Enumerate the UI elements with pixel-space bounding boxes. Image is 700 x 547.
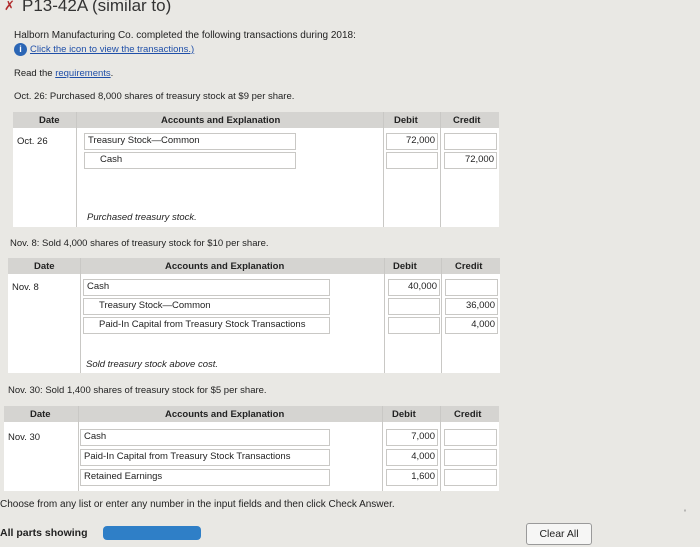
col-accounts: Accounts and Explanation [165,409,285,420]
account-select[interactable]: Cash [84,152,296,169]
progress-bar [103,526,201,540]
col-credit: Credit [454,409,482,420]
account-select[interactable]: Treasury Stock—Common [83,298,330,315]
col-debit: Debit [394,115,418,126]
col-accounts: Accounts and Explanation [161,115,281,126]
journal-table-2: Date Accounts and Explanation Debit Cred… [8,258,500,373]
col-accounts: Accounts and Explanation [165,261,285,272]
table-header: Date Accounts and Explanation Debit Cred… [8,258,500,274]
journal-note: Sold treasury stock above cost. [86,359,219,370]
debit-input[interactable] [388,317,440,334]
problem-title: ✗ P13-42A (similar to) [0,0,700,15]
table-header: Date Accounts and Explanation Debit Cred… [13,112,499,128]
requirements-link[interactable]: requirements [55,68,110,79]
debit-input[interactable]: 4,000 [386,449,438,466]
transaction-prompt-3: Nov. 30: Sold 1,400 shares of treasury s… [8,385,267,396]
date-cell[interactable]: Nov. 30 [8,432,40,443]
read-requirements: Read the requirements. [14,68,113,79]
credit-input[interactable] [444,133,497,150]
transaction-prompt-1: Oct. 26: Purchased 8,000 shares of treas… [14,91,295,102]
date-cell[interactable]: Nov. 8 [12,282,39,293]
read-prefix: Read the [14,68,56,79]
credit-input[interactable] [444,449,497,466]
credit-input[interactable] [444,469,497,486]
debit-input[interactable]: 1,600 [386,469,438,486]
account-select[interactable]: Cash [83,279,330,296]
col-debit: Debit [392,409,416,420]
col-debit: Debit [393,261,417,272]
credit-input[interactable]: 4,000 [445,317,498,334]
date-cell[interactable]: Oct. 26 [17,136,48,147]
debit-input[interactable] [388,298,440,315]
journal-note: Purchased treasury stock. [87,212,197,223]
account-select[interactable]: Paid-In Capital from Treasury Stock Tran… [83,317,330,334]
read-suffix: . [110,68,114,79]
info-icon[interactable]: i [14,43,27,56]
account-select[interactable]: Treasury Stock—Common [84,133,296,150]
info-line: i Click the icon to view the transactions… [14,43,194,56]
account-select[interactable]: Paid-In Capital from Treasury Stock Tran… [80,449,330,466]
credit-input[interactable] [444,429,497,446]
col-credit: Credit [453,115,481,126]
parts-showing-label: All parts showing [0,527,88,539]
journal-table-3: Date Accounts and Explanation Debit Cred… [4,406,499,491]
credit-input[interactable]: 72,000 [444,152,497,169]
col-credit: Credit [455,261,483,272]
credit-input[interactable]: 36,000 [445,298,498,315]
debit-input[interactable]: 40,000 [388,279,440,296]
info-link[interactable]: Click the icon to view the transactions.… [30,44,194,55]
col-date: Date [39,115,60,126]
cursor-mark-icon: ˌ [683,498,687,512]
account-select[interactable]: Cash [80,429,330,446]
problem-intro: Halborn Manufacturing Co. completed the … [14,30,356,41]
transaction-prompt-2: Nov. 8: Sold 4,000 shares of treasury st… [10,238,269,249]
account-select[interactable]: Retained Earnings [80,469,330,486]
col-date: Date [30,409,51,420]
credit-input[interactable] [445,279,498,296]
journal-table-1: Date Accounts and Explanation Debit Cred… [13,112,499,227]
debit-input[interactable]: 72,000 [386,133,438,150]
col-date: Date [34,261,55,272]
clear-all-button[interactable]: Clear All [526,523,592,545]
instruction-text: Choose from any list or enter any number… [0,499,395,510]
debit-input[interactable]: 7,000 [386,429,438,446]
debit-input[interactable] [386,152,438,169]
problem-title-text: P13-42A (similar to) [22,0,172,15]
incorrect-x-icon: ✗ [4,0,15,13]
